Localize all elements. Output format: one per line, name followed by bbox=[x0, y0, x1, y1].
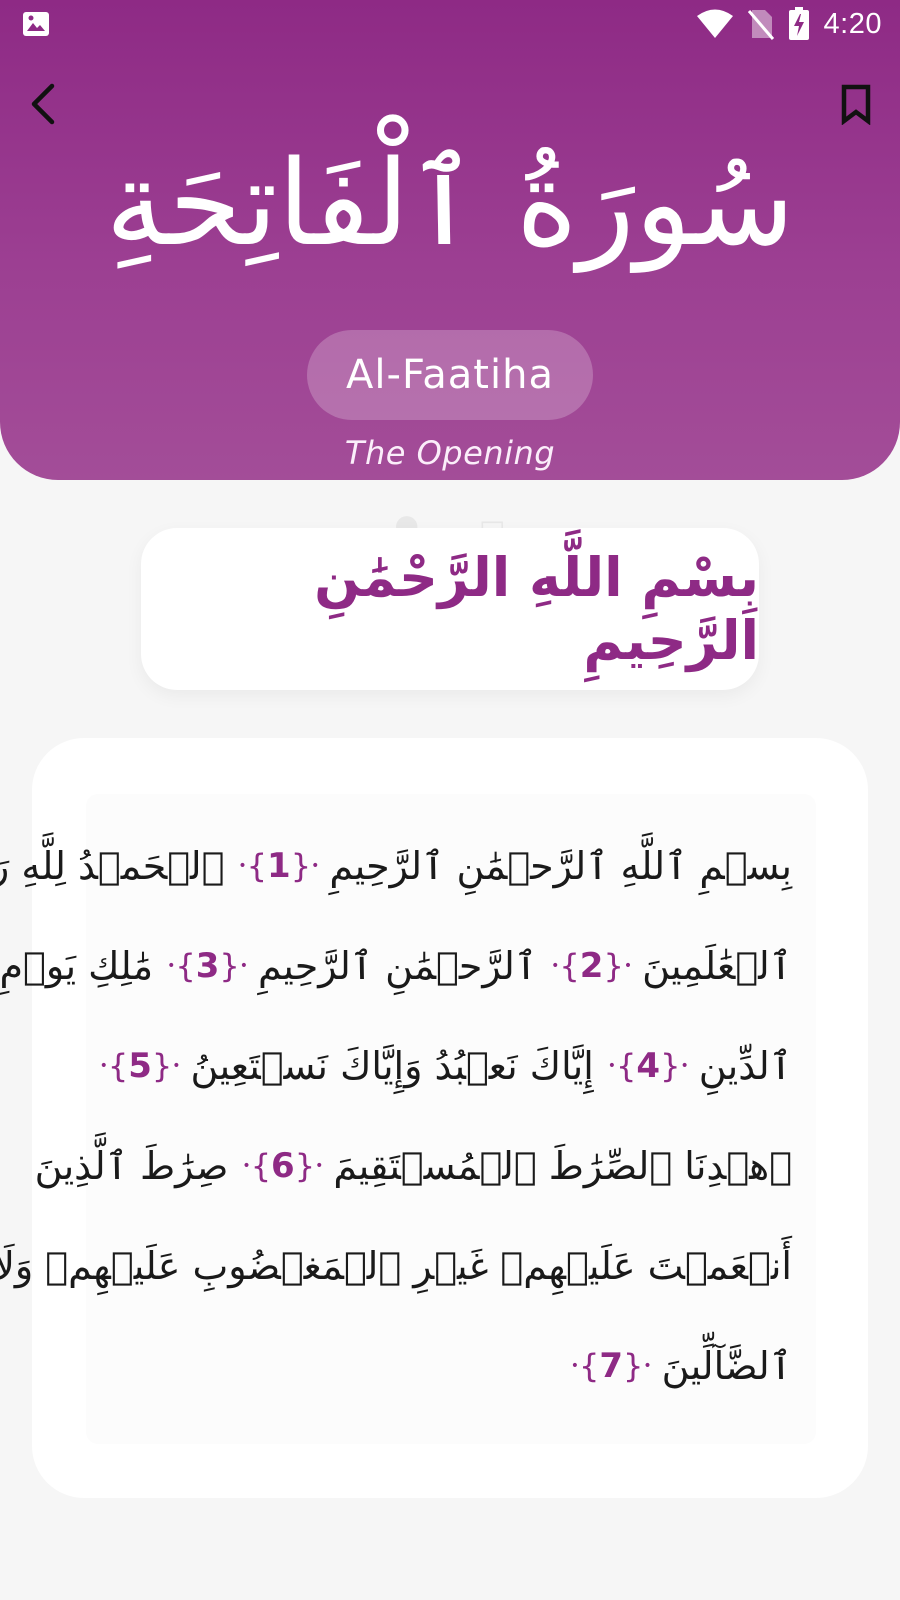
bismillah-text: بِسْمِ اللَّهِ الرَّحْمَٰنِ الرَّحِيمِ bbox=[314, 546, 759, 672]
ayah-number: 3 bbox=[195, 946, 220, 986]
ayah-number-marker[interactable]: •{1} • bbox=[238, 846, 319, 886]
ayah-marker-ornament: • bbox=[623, 958, 633, 974]
verse-line: بِسۡمِ ٱللَّهِ ٱلرَّحۡمَٰنِ ٱلرَّحِيمِ •{… bbox=[0, 816, 792, 916]
ayah-number: 4 bbox=[636, 1046, 661, 1086]
verses-text-area: بِسۡمِ ٱللَّهِ ٱلرَّحۡمَٰنِ ٱلرَّحِيمِ •{… bbox=[0, 794, 816, 1444]
ayah-number: 7 bbox=[599, 1346, 624, 1386]
image-icon bbox=[23, 12, 49, 36]
ayah-marker-ornament: } bbox=[660, 1047, 681, 1085]
ayah-marker-ornament: • bbox=[311, 858, 320, 874]
ayah-number-marker[interactable]: •{5} • bbox=[100, 1046, 181, 1086]
ayah-marker-ornament: } bbox=[294, 1147, 316, 1185]
bismillah-card: بِسْمِ اللَّهِ الرَّحْمَٰنِ الرَّحِيمِ bbox=[141, 528, 759, 690]
ayah-marker-ornament: • bbox=[570, 1358, 579, 1374]
ayah-number-marker[interactable]: •{3} • bbox=[167, 946, 248, 986]
ayah-marker-ornament: • bbox=[167, 958, 176, 974]
ayah-number-marker[interactable]: •{6} • bbox=[242, 1146, 323, 1186]
ayah-marker-ornament: { bbox=[107, 1047, 129, 1085]
verse-line: ٱلدِّينِ •{4} • إِيَّاكَ نَعۡبُدُ وَإِيَّاك… bbox=[86, 1016, 792, 1116]
verse-text[interactable]: صِرَٰطَ ٱلَّذِينَ bbox=[35, 1144, 229, 1188]
ayah-marker-ornament: { bbox=[250, 1147, 272, 1185]
verse-text[interactable]: ٱهۡدِنَا ٱلصِّرَٰطَ ٱلۡمُسۡتَقِيمَ bbox=[333, 1144, 792, 1188]
ayah-marker-ornament: • bbox=[99, 1058, 108, 1074]
ayah-marker-ornament: • bbox=[238, 858, 247, 874]
ayah-marker-ornament: • bbox=[643, 1358, 652, 1374]
ayah-marker-ornament: } bbox=[290, 847, 312, 885]
ayah-number: 2 bbox=[579, 946, 604, 986]
ayah-marker-ornament: } bbox=[623, 1347, 644, 1385]
ayah-number-marker[interactable]: •{4} • bbox=[608, 1046, 689, 1086]
ayah-marker-ornament: • bbox=[607, 1058, 617, 1074]
ayah-marker-ornament: } bbox=[219, 947, 240, 985]
ayah-marker-ornament: • bbox=[239, 958, 249, 974]
ayah-marker-ornament: • bbox=[315, 1158, 324, 1174]
ayah-number: 6 bbox=[271, 1146, 295, 1186]
status-bar: 4:20 bbox=[0, 0, 900, 48]
verse-line: أَنۡعَمۡتَ عَلَيۡهِمۡ غَيۡرِ ٱلۡمَغۡضُوب… bbox=[0, 1216, 792, 1316]
verse-text[interactable]: ٱلدِّينِ bbox=[699, 1044, 792, 1088]
surah-arabic-title: سُورَةُ ٱلْفَاتِحَةِ bbox=[105, 134, 795, 272]
ayah-number-marker[interactable]: •{2} • bbox=[551, 946, 632, 986]
verse-text[interactable]: إِيَّاكَ نَعۡبُدُ وَإِيَّاكَ نَسۡتَعِينُ bbox=[191, 1044, 594, 1088]
ayah-marker-ornament: • bbox=[680, 1058, 689, 1074]
surah-screen: 4:20 سُورَةُ ٱلْفَاتِحَةِ Al-Faatiha The… bbox=[0, 0, 900, 1600]
wifi-icon bbox=[696, 9, 733, 38]
ayah-number-marker[interactable]: •{7} • bbox=[571, 1346, 652, 1386]
verse-text[interactable]: ٱلضَّآلِّينَ bbox=[662, 1344, 792, 1388]
ayah-marker-ornament: { bbox=[175, 947, 196, 985]
ayah-marker-ornament: } bbox=[603, 947, 624, 985]
verse-text[interactable]: مَٰلِكِ يَوۡمِ bbox=[0, 944, 153, 988]
verse-line: ٱلۡعَٰلَمِينَ •{2} • ٱلرَّحۡمَٰنِ ٱلرَّحِيم… bbox=[0, 916, 792, 1016]
ayah-marker-ornament: • bbox=[172, 1058, 181, 1074]
surah-translation: The Opening bbox=[344, 434, 556, 472]
ayah-marker-ornament: • bbox=[551, 958, 560, 974]
no-sim-icon bbox=[747, 10, 774, 40]
verse-line: ٱهۡدِنَا ٱلصِّرَٰطَ ٱلۡمُسۡتَقِيمَ •{6} • ص… bbox=[25, 1116, 792, 1216]
verse-text[interactable]: بِسۡمِ ٱللَّهِ ٱلرَّحۡمَٰنِ ٱلرَّحِيمِ bbox=[329, 844, 792, 888]
verse-text[interactable]: ٱلرَّحۡمَٰنِ ٱلرَّحِيمِ bbox=[258, 944, 537, 988]
ayah-marker-ornament: • bbox=[242, 1158, 251, 1174]
ayah-marker-ornament: { bbox=[559, 947, 580, 985]
ayah-marker-ornament: { bbox=[578, 1347, 600, 1385]
surah-name-pill: Al-Faatiha bbox=[307, 330, 593, 420]
battery-charging-icon bbox=[788, 7, 809, 40]
surah-name: Al-Faatiha bbox=[346, 352, 554, 398]
status-time: 4:20 bbox=[823, 7, 882, 40]
ayah-marker-ornament: } bbox=[151, 1047, 173, 1085]
surah-header: 4:20 سُورَةُ ٱلْفَاتِحَةِ Al-Faatiha The… bbox=[0, 0, 900, 480]
ayah-number: 5 bbox=[128, 1046, 152, 1086]
ayah-number: 1 bbox=[267, 846, 291, 886]
verse-text[interactable]: أَنۡعَمۡتَ عَلَيۡهِمۡ غَيۡرِ ٱلۡمَغۡضُوب… bbox=[0, 1244, 792, 1288]
verse-text[interactable]: ٱلۡعَٰلَمِينَ bbox=[642, 944, 792, 988]
verses-card: بِسۡمِ ٱللَّهِ ٱلرَّحۡمَٰنِ ٱلرَّحِيمِ •{… bbox=[0, 738, 868, 1498]
verse-line: ٱلضَّآلِّينَ •{7} • bbox=[557, 1316, 792, 1416]
verse-text[interactable]: ٱلۡحَمۡدُ لِلَّهِ رَبِّ bbox=[0, 844, 224, 888]
ayah-marker-ornament: { bbox=[616, 1047, 637, 1085]
ayah-marker-ornament: { bbox=[246, 847, 268, 885]
status-icons: 4:20 bbox=[696, 6, 882, 42]
